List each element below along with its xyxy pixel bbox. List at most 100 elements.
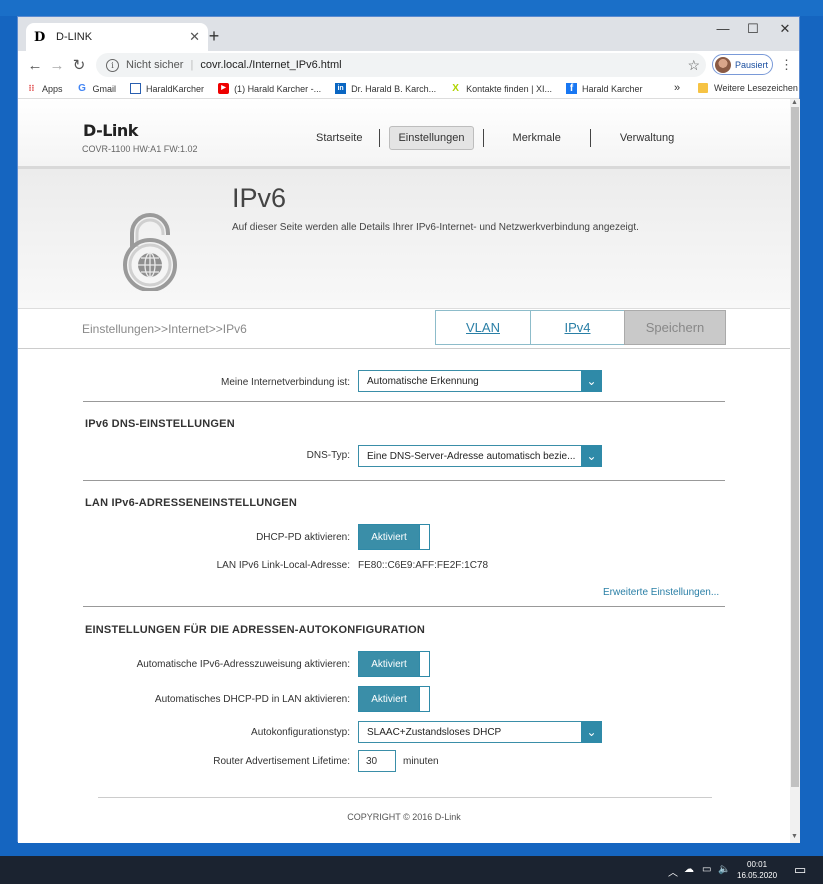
copyright-text: COPYRIGHT © 2016 D-Link: [347, 812, 461, 822]
tab-vlan[interactable]: VLAN: [435, 310, 531, 345]
auto-dhcp-pd-toggle[interactable]: Aktiviert: [358, 686, 430, 712]
dlink-favicon-icon: D: [34, 29, 46, 45]
tray-overflow-icon[interactable]: ︿: [668, 864, 678, 879]
divider: [83, 480, 725, 481]
bookmark-haraldkarcher[interactable]: HaraldKarcher: [130, 83, 204, 94]
toggle-knob: [419, 687, 429, 711]
network-icon[interactable]: ▭: [702, 864, 711, 875]
nav-divider: [379, 129, 381, 147]
connection-type-select[interactable]: Automatische Erkennung ⌄: [358, 370, 602, 392]
autoconf-type-select[interactable]: SLAAC+Zustandsloses DHCP ⌄: [358, 721, 602, 743]
profile-button[interactable]: Pausiert: [712, 54, 773, 75]
other-bookmarks-folder[interactable]: Weitere Lesezeichen: [698, 83, 798, 93]
facebook-icon: f: [566, 83, 578, 94]
tab-ipv4[interactable]: IPv4: [530, 310, 625, 345]
nav-startseite[interactable]: Startseite: [308, 127, 370, 149]
back-arrow-icon[interactable]: ←: [24, 57, 46, 74]
divider: |: [190, 59, 194, 71]
page-title: IPv6: [232, 183, 287, 213]
auto-assign-toggle[interactable]: Aktiviert: [358, 651, 430, 677]
bookmark-linkedin[interactable]: in Dr. Harald B. Karch...: [335, 83, 436, 94]
minimize-icon[interactable]: —: [708, 21, 738, 36]
chevron-down-icon: ⌄: [581, 370, 602, 392]
link-local-address: FE80::C6E9:AFF:FE2F:1C78: [358, 560, 489, 571]
dns-type-select[interactable]: Eine DNS-Server-Adresse automatisch bezi…: [358, 445, 602, 467]
google-icon: G: [78, 83, 86, 94]
bookmarks-bar: ⁝⁝ Apps G Gmail HaraldKarcher ▶ (1) Harald …: [18, 79, 799, 99]
close-window-icon[interactable]: ✕: [770, 21, 800, 37]
avatar: [715, 56, 731, 73]
browser-toolbar: ← → ↻ i Nicht sicher | covr.local./Inter…: [18, 51, 799, 79]
dlink-logo: D-Link: [83, 121, 138, 140]
bookmark-star-icon[interactable]: ☆: [687, 57, 700, 74]
more-menu-icon[interactable]: ⋮: [780, 57, 793, 73]
browser-window: D D-LINK ✕ + — ☐ ✕ ← → ↻ i Nicht sicher …: [17, 16, 800, 843]
volume-icon[interactable]: 🔈: [718, 864, 730, 875]
desktop-background: [0, 0, 823, 16]
bookmark-apps[interactable]: ⁝⁝ Apps: [26, 83, 63, 94]
advanced-settings-link[interactable]: Erweiterte Einstellungen...: [603, 587, 719, 598]
nav-einstellungen[interactable]: Einstellungen: [389, 126, 474, 150]
info-icon[interactable]: i: [106, 58, 119, 72]
bookmark-youtube[interactable]: ▶ (1) Harald Karcher -...: [218, 83, 321, 94]
nav-merkmale[interactable]: Merkmale: [505, 127, 569, 149]
router-header: D-Link COVR-1100 HW:A1 FW:1.02 Startseit…: [18, 99, 790, 169]
link-local-label: LAN IPv6 Link-Local-Adresse:: [216, 560, 350, 571]
model-info: COVR-1100 HW:A1 FW:1.02: [82, 144, 198, 154]
onedrive-cloud-icon[interactable]: ☁: [684, 864, 694, 875]
chevron-down-icon: ⌄: [581, 721, 602, 743]
toggle-knob: [419, 652, 429, 676]
tab-title: D-LINK: [56, 31, 93, 43]
page-viewport: D-Link COVR-1100 HW:A1 FW:1.02 Startseit…: [18, 99, 790, 843]
sub-navigation: Einstellungen>>Internet>>IPv6 VLAN IPv4 …: [18, 309, 790, 349]
main-nav: Startseite Einstellungen Merkmale Verwal…: [308, 126, 682, 150]
browser-tab[interactable]: D D-LINK ✕: [26, 23, 208, 51]
dns-section-title: IPv6 DNS-EINSTELLUNGEN: [85, 418, 235, 430]
breadcrumb: Einstellungen>>Internet>>IPv6: [82, 322, 247, 336]
bookmarks-overflow-button[interactable]: »: [674, 82, 680, 94]
page-hero: IPv6 Auf dieser Seite werden alle Detail…: [18, 169, 790, 309]
bookmark-facebook[interactable]: f Harald Karcher: [566, 83, 643, 94]
dhcp-pd-toggle[interactable]: Aktiviert: [358, 524, 430, 550]
nav-divider: [589, 129, 591, 147]
youtube-icon: ▶: [218, 83, 230, 94]
auto-dhcp-pd-label: Automatisches DHCP-PD in LAN aktivieren:: [154, 694, 350, 705]
autoconf-section-title: EINSTELLUNGEN FÜR DIE ADRESSEN-AUTOKONFI…: [85, 624, 426, 636]
apps-icon: ⁝⁝: [28, 83, 35, 93]
clock-time: 00:01: [747, 860, 768, 869]
dhcp-pd-label: DHCP-PD aktivieren:: [256, 532, 350, 543]
save-button[interactable]: Speichern: [624, 310, 726, 345]
profile-status: Pausiert: [735, 59, 769, 70]
ra-lifetime-input[interactable]: 30: [358, 750, 396, 772]
notification-center-icon[interactable]: ▭: [794, 862, 806, 878]
security-label: Nicht sicher: [126, 59, 184, 71]
auto-assign-label: Automatische IPv6-Adresszuweisung aktivi…: [136, 659, 350, 670]
chevron-down-icon: ⌄: [581, 445, 602, 467]
ra-lifetime-unit: minuten: [403, 756, 439, 767]
forward-arrow-icon[interactable]: →: [46, 57, 68, 74]
page-icon: [130, 83, 142, 94]
system-clock[interactable]: 00:01 16.05.2020: [737, 859, 777, 881]
bookmark-xing[interactable]: X Kontakte finden | XI...: [450, 83, 552, 94]
footer-divider: [98, 797, 712, 798]
folder-icon: [698, 83, 708, 93]
address-bar[interactable]: i Nicht sicher | covr.local./Internet_IP…: [96, 53, 706, 77]
scrollbar-thumb[interactable]: [791, 107, 799, 787]
scroll-up-icon[interactable]: ▲: [791, 99, 798, 106]
nav-verwaltung[interactable]: Verwaltung: [612, 127, 682, 149]
page-description: Auf dieser Seite werden alle Details Ihr…: [232, 222, 639, 233]
clock-date: 16.05.2020: [737, 871, 778, 880]
ra-lifetime-label: Router Advertisement Lifetime:: [213, 756, 350, 767]
scroll-down-icon[interactable]: ▼: [791, 833, 798, 840]
new-tab-button[interactable]: +: [204, 26, 224, 47]
connection-type-label: Meine Internetverbindung ist:: [221, 377, 350, 388]
linkedin-icon: in: [335, 83, 347, 94]
url-text[interactable]: covr.local./Internet_IPv6.html: [200, 59, 341, 71]
reload-icon[interactable]: ↻: [68, 56, 90, 74]
lan-section-title: LAN IPv6-ADRESSENEINSTELLUNGEN: [85, 497, 297, 509]
page-scrollbar[interactable]: ▲ ▼: [790, 99, 800, 843]
close-tab-icon[interactable]: ✕: [189, 29, 200, 45]
bookmark-gmail[interactable]: G Gmail: [77, 83, 116, 94]
maximize-icon[interactable]: ☐: [738, 21, 768, 37]
dns-type-label: DNS-Typ:: [306, 450, 350, 461]
